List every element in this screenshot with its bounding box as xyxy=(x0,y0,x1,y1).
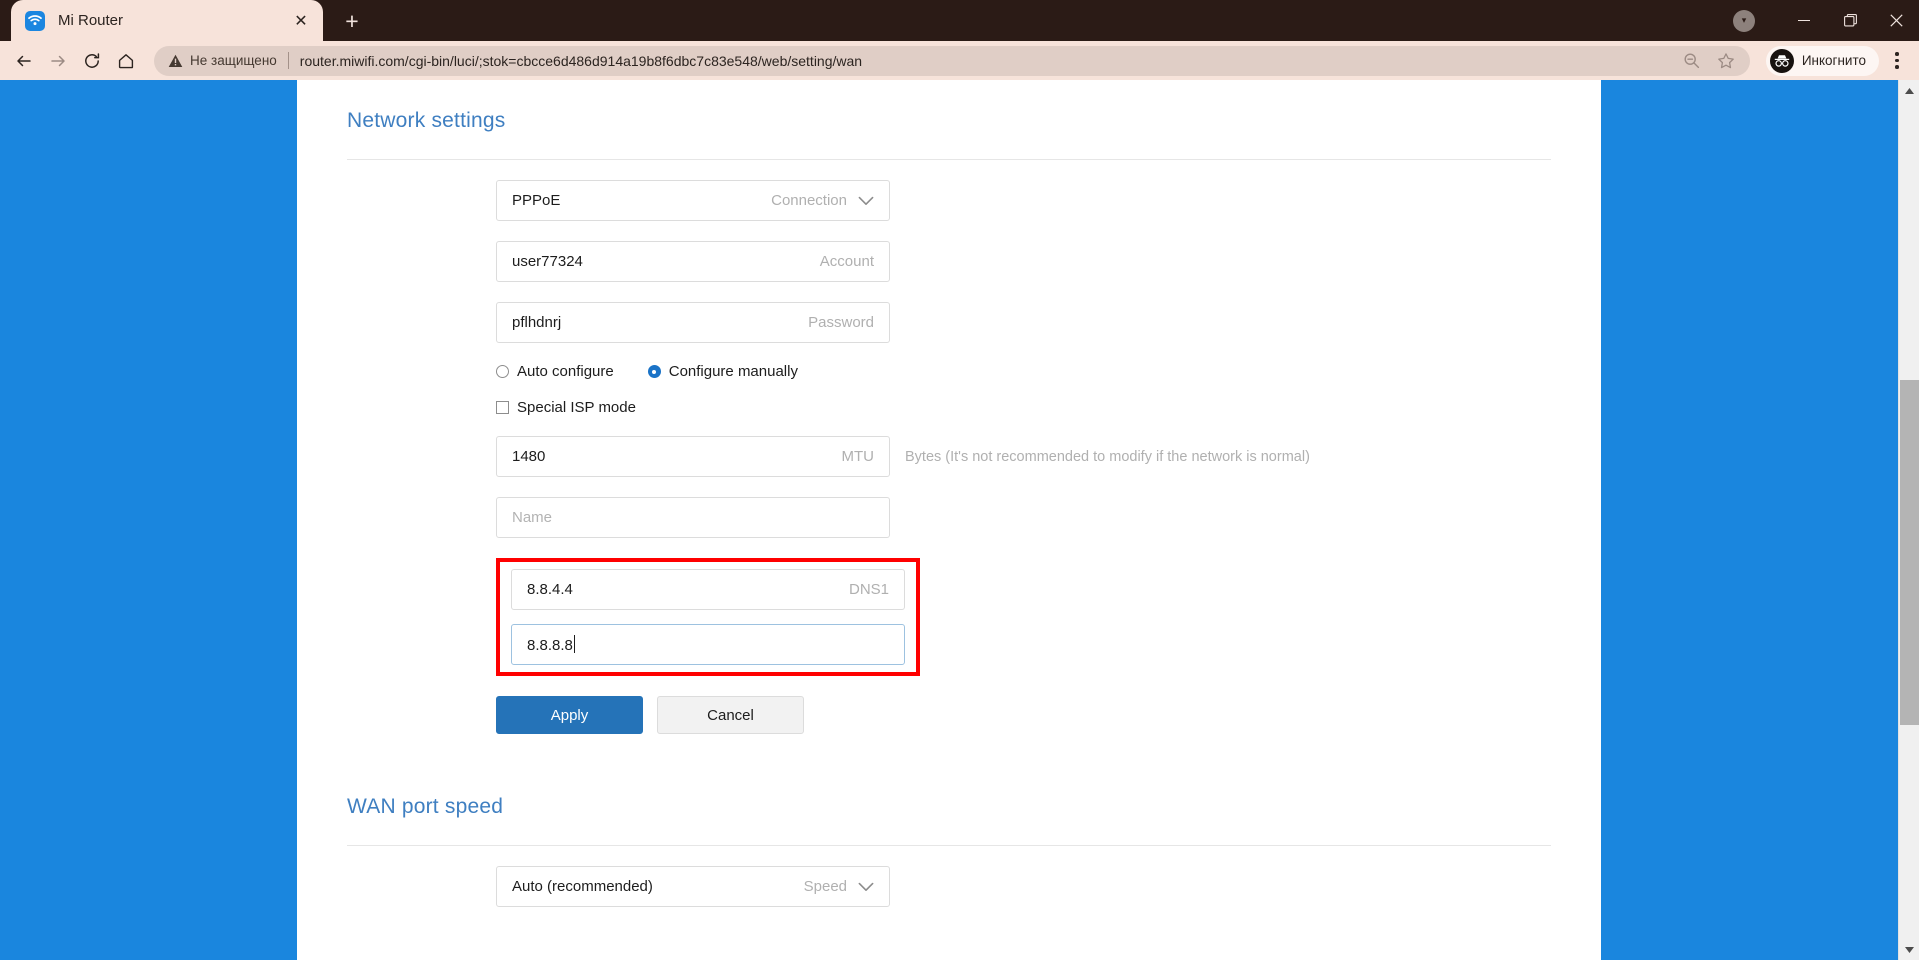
wan-port-speed-section: WAN port speed Auto (recommended) Speed xyxy=(297,734,1601,907)
browser-toolbar: Не защищено router.miwifi.com/cgi-bin/lu… xyxy=(0,41,1919,80)
browser-window: Mi Router ✕ + ▾ Не защищено router.miwif… xyxy=(0,0,1919,960)
profile-incognito-button[interactable]: Инкогнито xyxy=(1765,45,1879,76)
connection-type-value: PPPoE xyxy=(512,192,561,209)
special-isp-mode-checkbox[interactable]: Special ISP mode xyxy=(496,399,1551,416)
radio-configure-manually-indicator[interactable] xyxy=(647,365,661,378)
connection-type-select[interactable]: PPPoE Connection xyxy=(496,180,890,221)
dns2-value: 8.8.8.8 xyxy=(527,635,575,654)
not-secure-indicator[interactable]: Не защищено xyxy=(168,53,277,68)
chevron-down-icon[interactable]: ▾ xyxy=(1733,9,1755,32)
url-text: router.miwifi.com/cgi-bin/luci/;stok=cbc… xyxy=(299,52,863,69)
form-actions: Apply Cancel xyxy=(496,696,1551,734)
dns1-input[interactable]: 8.8.4.4 DNS1 xyxy=(511,569,905,610)
kebab-menu-icon[interactable] xyxy=(1883,45,1911,77)
speed-label: Speed xyxy=(803,878,847,895)
password-value: pflhdnrj xyxy=(512,314,562,331)
page-title: Network settings xyxy=(347,109,506,132)
radio-configure-manually-label: Configure manually xyxy=(668,363,798,380)
account-label: Account xyxy=(819,253,874,270)
page-viewport: Network settings PPPoE Connection user77… xyxy=(0,80,1919,960)
radio-configure-manually[interactable]: Configure manually xyxy=(647,363,798,380)
minimize-button[interactable] xyxy=(1781,0,1827,41)
mtu-value: 1480 xyxy=(512,448,546,465)
wan-settings-form: PPPoE Connection user77324 Account pflhd… xyxy=(347,180,1551,734)
speed-value: Auto (recommended) xyxy=(512,878,653,895)
speed-select[interactable]: Auto (recommended) Speed xyxy=(496,866,890,907)
name-placeholder: Name xyxy=(512,509,553,526)
network-settings-section: Network settings PPPoE Connection user77… xyxy=(297,80,1601,734)
router-admin-page: Network settings PPPoE Connection user77… xyxy=(297,80,1601,960)
special-isp-mode-label: Special ISP mode xyxy=(517,399,636,416)
mtu-label: MTU xyxy=(841,448,875,465)
password-row: pflhdnrj Password xyxy=(496,302,1551,343)
dns-highlight-group: 8.8.4.4 DNS1 8.8.8.8 xyxy=(496,558,920,676)
dns2-input[interactable]: 8.8.8.8 xyxy=(511,624,905,665)
radio-auto-configure[interactable]: Auto configure xyxy=(496,363,614,380)
tab-title: Mi Router xyxy=(58,12,124,29)
name-input[interactable]: Name xyxy=(496,497,890,538)
speed-row: Auto (recommended) Speed xyxy=(496,866,1551,907)
address-bar[interactable]: Не защищено router.miwifi.com/cgi-bin/lu… xyxy=(154,45,1750,77)
back-icon[interactable] xyxy=(8,45,40,77)
account-value: user77324 xyxy=(512,253,583,270)
window-controls: ▾ xyxy=(1733,0,1919,41)
dns1-label: DNS1 xyxy=(848,581,889,598)
security-label: Не защищено xyxy=(190,53,277,68)
dns2-row: 8.8.8.8 xyxy=(511,624,920,665)
name-row: Name xyxy=(496,497,1551,538)
tab-strip: Mi Router ✕ + ▾ xyxy=(0,0,1919,41)
chevron-down-icon xyxy=(858,882,874,892)
window-close-button[interactable] xyxy=(1873,0,1919,41)
wifi-icon xyxy=(25,10,45,31)
section-divider xyxy=(347,159,1551,160)
mtu-hint: Bytes (It's not recommended to modify if… xyxy=(905,448,1310,465)
password-label: Password xyxy=(808,314,874,331)
incognito-avatar-icon xyxy=(1769,48,1794,73)
mtu-row: 1480 MTU Bytes (It's not recommended to … xyxy=(496,436,1551,477)
connection-type-row: PPPoE Connection xyxy=(496,180,1551,221)
dns1-row: 8.8.4.4 DNS1 xyxy=(511,569,920,610)
password-input[interactable]: pflhdnrj Password xyxy=(496,302,890,343)
home-icon[interactable] xyxy=(110,45,142,77)
page-scrollbar[interactable] xyxy=(1898,80,1919,960)
text-cursor xyxy=(573,635,575,653)
account-input[interactable]: user77324 Account xyxy=(496,241,890,282)
wan-port-speed-form: Auto (recommended) Speed xyxy=(347,866,1551,907)
account-row: user77324 Account xyxy=(496,241,1551,282)
star-icon[interactable] xyxy=(1710,45,1742,77)
new-tab-button[interactable]: + xyxy=(335,4,369,38)
radio-auto-configure-label: Auto configure xyxy=(517,363,614,380)
radio-auto-configure-indicator[interactable] xyxy=(496,365,509,378)
scroll-down-arrow-icon[interactable] xyxy=(1899,939,1919,960)
forward-icon xyxy=(42,45,74,77)
profile-label: Инкогнито xyxy=(1801,53,1866,68)
scroll-up-arrow-icon[interactable] xyxy=(1899,80,1919,101)
warning-triangle-icon xyxy=(168,54,183,67)
dns1-value: 8.8.4.4 xyxy=(527,581,573,598)
special-isp-mode-box[interactable] xyxy=(496,401,509,414)
connection-type-label: Connection xyxy=(771,192,847,209)
scrollbar-thumb[interactable] xyxy=(1900,380,1919,725)
cancel-button[interactable]: Cancel xyxy=(657,696,804,734)
browser-tab-mi-router[interactable]: Mi Router ✕ xyxy=(11,0,323,41)
omnibox-divider xyxy=(287,52,289,69)
close-icon[interactable]: ✕ xyxy=(289,9,313,33)
config-mode-radio-group: Auto configure Configure manually xyxy=(496,363,1551,380)
mtu-input[interactable]: 1480 MTU xyxy=(496,436,890,477)
maximize-button[interactable] xyxy=(1827,0,1873,41)
chevron-down-icon xyxy=(858,196,874,206)
reload-icon[interactable] xyxy=(76,45,108,77)
zoom-out-icon[interactable] xyxy=(1676,45,1708,77)
section-divider-2 xyxy=(347,845,1551,846)
apply-button[interactable]: Apply xyxy=(496,696,643,734)
wan-port-speed-title: WAN port speed xyxy=(347,795,504,818)
omnibox-actions xyxy=(1676,45,1744,77)
